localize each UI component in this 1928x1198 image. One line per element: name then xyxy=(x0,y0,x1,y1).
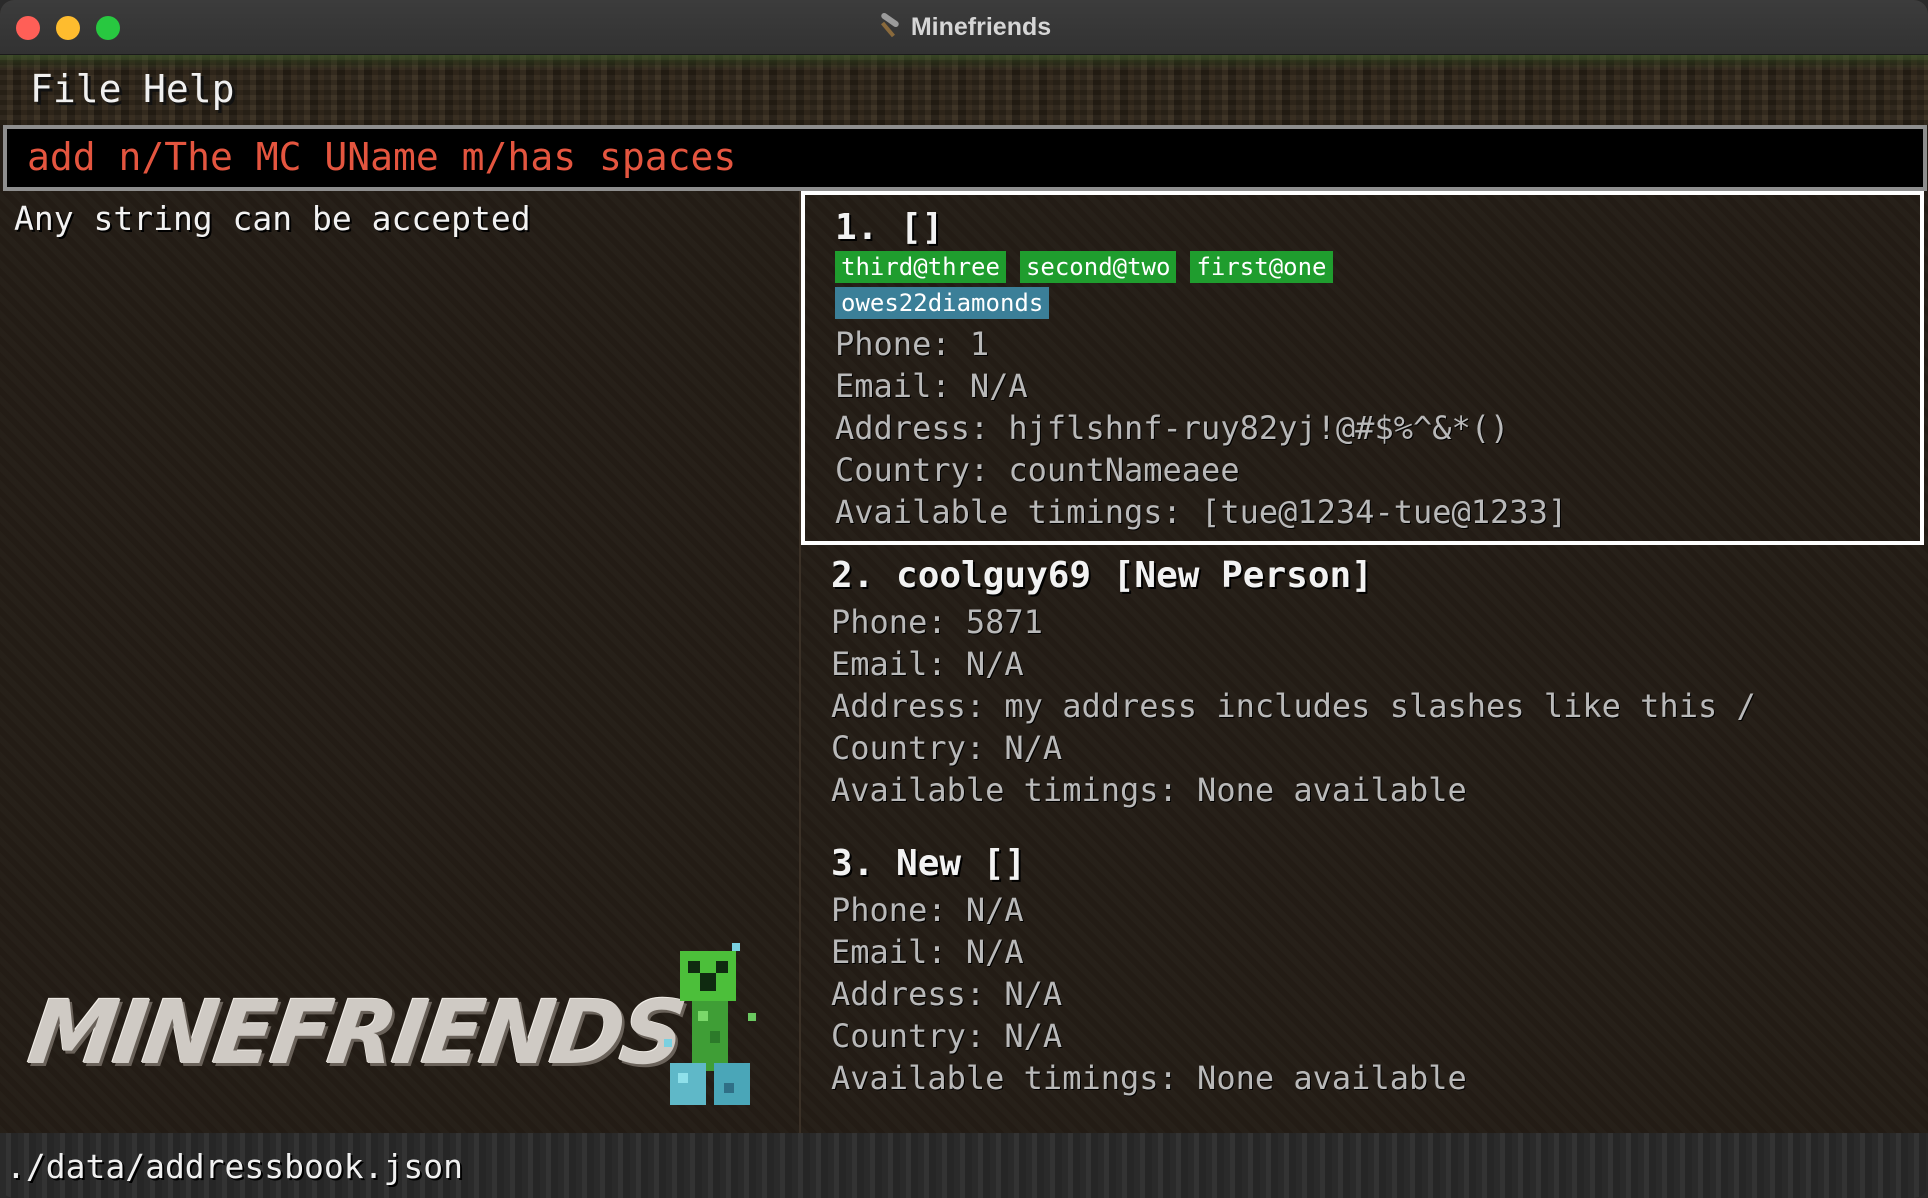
window-title: Minefriends xyxy=(910,12,1052,41)
result-panel: Any string can be accepted MINEFRIENDS xyxy=(0,191,799,1133)
person-title: 1. [] xyxy=(835,207,944,248)
tag: second@two xyxy=(1019,251,1177,283)
person-email: Email: N/A xyxy=(831,645,1024,683)
tag-row: owes22diamonds xyxy=(835,287,1050,319)
title-bar: Minefriends xyxy=(0,0,1928,55)
person-card[interactable]: 1. [] third@three second@two first@one o… xyxy=(801,191,1924,545)
command-input[interactable]: add n/The MC UName m/has spaces xyxy=(27,135,736,179)
person-address: Address: N/A xyxy=(831,975,1063,1013)
person-country: Country: N/A xyxy=(831,729,1063,767)
window-title-group: Minefriends xyxy=(0,0,1928,54)
person-country: Country: countNameaee xyxy=(835,451,1240,489)
person-timings: Available timings: None available xyxy=(831,771,1467,809)
creeper-icon xyxy=(664,943,756,1105)
save-location: ./data/addressbook.json xyxy=(6,1147,463,1186)
menu-help[interactable]: Help xyxy=(143,67,235,111)
app-window: Minefriends File Help add n/The MC UName… xyxy=(0,0,1928,1198)
person-address: Address: my address includes slashes lik… xyxy=(831,687,1756,725)
person-card[interactable]: 2. coolguy69 [New Person] Phone: 5871 Em… xyxy=(801,545,1924,831)
person-phone: Phone: N/A xyxy=(831,891,1024,929)
result-display: Any string can be accepted xyxy=(14,199,531,238)
tag-row: third@three second@two first@one xyxy=(835,251,1333,283)
person-title: 2. coolguy69 [New Person] xyxy=(831,555,1373,596)
tag: owes22diamonds xyxy=(835,287,1050,319)
pickaxe-icon xyxy=(877,15,901,39)
person-card[interactable]: 3. New [] Phone: N/A Email: N/A Address:… xyxy=(801,831,1924,1121)
person-timings: Available timings: [tue@1234-tue@1233] xyxy=(835,493,1568,531)
command-box[interactable]: add n/The MC UName m/has spaces xyxy=(3,125,1927,191)
person-timings: Available timings: None available xyxy=(831,1059,1467,1097)
person-list: 1. [] third@three second@two first@one o… xyxy=(801,191,1928,1133)
minefriends-logo: MINEFRIENDS xyxy=(22,981,690,1084)
status-bar: ./data/addressbook.json xyxy=(0,1133,1928,1198)
person-phone: Phone: 1 xyxy=(835,325,990,363)
person-email: Email: N/A xyxy=(831,933,1024,971)
tag: third@three xyxy=(835,251,1006,283)
person-country: Country: N/A xyxy=(831,1017,1063,1055)
person-address: Address: hjflshnf-ruy82yj!@#$%^&*() xyxy=(835,409,1510,447)
person-title: 3. New [] xyxy=(831,843,1027,884)
tag: first@one xyxy=(1190,251,1333,283)
person-phone: Phone: 5871 xyxy=(831,603,1043,641)
menu-bar: File Help xyxy=(0,55,1928,125)
person-email: Email: N/A xyxy=(835,367,1028,405)
menu-file[interactable]: File xyxy=(30,67,122,111)
